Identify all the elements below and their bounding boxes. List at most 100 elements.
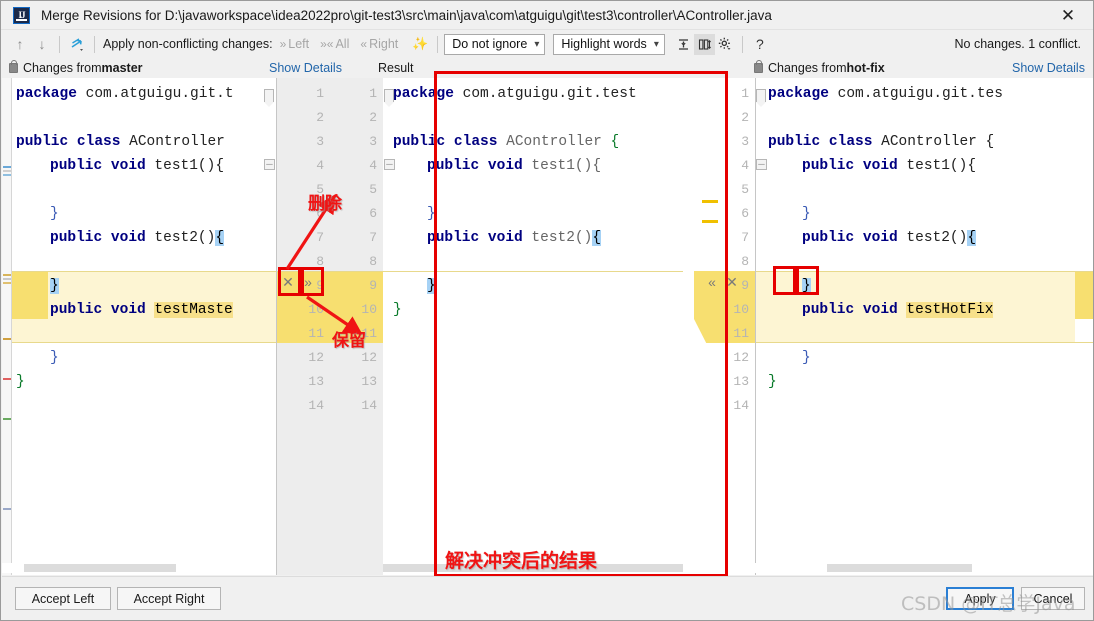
chevron-down-icon: ▾ xyxy=(653,38,659,50)
right-header-prefix: Changes from xyxy=(768,61,847,75)
result-editor-pane[interactable]: package com.atguigu.git.test public class… xyxy=(383,78,683,575)
left-header-prefix: Changes from xyxy=(23,61,102,75)
highlight-policy-select[interactable]: Highlight words ▾ xyxy=(553,33,665,55)
line-number: 2 xyxy=(741,110,749,125)
code-line: public void testMaste xyxy=(16,298,233,322)
cancel-button[interactable]: Cancel xyxy=(1021,587,1085,610)
code-line: } xyxy=(393,298,402,322)
code-token: public void xyxy=(802,158,907,174)
code-token: } xyxy=(802,350,811,366)
toolbar-separator-3 xyxy=(437,35,439,53)
apply-button[interactable]: Apply xyxy=(946,587,1014,610)
code-token: { xyxy=(967,230,977,246)
chevron-left-icon: « xyxy=(360,37,368,51)
collapse-unchanged-icon[interactable] xyxy=(673,34,694,55)
code-token: public void xyxy=(50,230,155,246)
accept-right-button[interactable]: Accept Right xyxy=(117,587,221,610)
accept-left-button[interactable]: Accept Left xyxy=(15,587,111,610)
code-line: public class AController { xyxy=(393,130,619,154)
code-token: AController { xyxy=(881,134,995,150)
left-editor-pane[interactable]: package com.atguigu.git.t public class AC… xyxy=(2,78,276,575)
toolbar: ↑ ↓ Apply non-conflicting changes: » Lef… xyxy=(1,30,1093,58)
code-token: testMaste xyxy=(154,302,233,318)
settings-gear-icon[interactable] xyxy=(715,34,736,55)
right-fold-tag[interactable] xyxy=(756,89,766,107)
code-token: test1(){ xyxy=(531,158,602,174)
line-number: 12 xyxy=(733,350,749,365)
chevron-down-icon: ▾ xyxy=(534,38,540,50)
collapse-glyph xyxy=(678,38,688,50)
code-token: public class xyxy=(16,134,130,150)
left-hscrollbar-thumb[interactable] xyxy=(24,564,176,572)
left-show-details-link[interactable]: Show Details xyxy=(269,61,342,75)
line-number: 13 xyxy=(308,374,324,389)
code-token: } xyxy=(427,278,436,294)
code-line: } xyxy=(16,202,59,226)
ignore-policy-value: Do not ignore xyxy=(452,37,528,51)
merge-status-text: No changes. 1 conflict. xyxy=(954,37,1081,51)
code-token: } xyxy=(802,278,811,294)
right-show-details[interactable]: Show Details xyxy=(1012,58,1085,78)
accept-left-change-button[interactable]: » xyxy=(298,272,318,292)
editor-layout-icon[interactable] xyxy=(693,33,715,55)
title-bar: IJ Merge Revisions for D:\javaworkspace\… xyxy=(1,1,1093,30)
center-header-label: Result xyxy=(378,61,414,75)
next-difference-icon[interactable]: ↓ xyxy=(31,33,53,55)
close-icon[interactable]: ✕ xyxy=(1053,4,1083,28)
columns-glyph xyxy=(698,38,711,50)
right-hscrollbar[interactable] xyxy=(755,563,1093,573)
reject-left-change-button[interactable]: ✕ xyxy=(278,272,298,292)
previous-difference-icon[interactable]: ↑ xyxy=(9,33,31,55)
code-token: com.atguigu.git.t xyxy=(85,86,234,102)
left-line-number-overlay: 1 2 3 4 5 6 7 8 9 10 11 12 13 14 xyxy=(277,78,330,575)
left-marker-strip[interactable] xyxy=(2,78,12,575)
line-number: 13 xyxy=(361,374,377,389)
lock-icon xyxy=(754,59,763,73)
right-show-details-link[interactable]: Show Details xyxy=(1012,61,1085,75)
code-token: com.atguigu.git.test xyxy=(462,86,637,102)
result-fold-tag[interactable] xyxy=(384,89,394,107)
apply-all-non-conflicting-icon[interactable] xyxy=(66,33,88,55)
line-number: 7 xyxy=(741,230,749,245)
code-token: test2() xyxy=(531,230,593,246)
magic-resolve-icon[interactable]: ✨ xyxy=(409,33,431,55)
help-icon[interactable]: ? xyxy=(749,33,771,55)
reject-right-change-button[interactable]: ✕ xyxy=(722,272,742,292)
apply-left-button[interactable]: » Left xyxy=(280,37,310,51)
left-fold-marker[interactable]: ─ xyxy=(264,159,275,170)
toolbar-separator-4 xyxy=(741,35,743,53)
code-line: } xyxy=(768,346,811,370)
line-number: 14 xyxy=(361,398,377,413)
code-token: test1(){ xyxy=(154,158,225,174)
result-code-content[interactable]: package com.atguigu.git.test public class… xyxy=(393,78,683,575)
right-hscrollbar-thumb[interactable] xyxy=(827,564,972,572)
code-token: public void xyxy=(427,230,532,246)
code-line: public void testHotFix xyxy=(768,298,994,322)
left-show-details[interactable]: Show Details xyxy=(269,58,342,78)
right-fold-marker[interactable]: ─ xyxy=(756,159,767,170)
left-code-content[interactable]: package com.atguigu.git.t public class AC… xyxy=(16,78,262,575)
code-token: { xyxy=(592,230,602,246)
accept-right-change-button[interactable]: « xyxy=(702,272,722,292)
apply-all-button[interactable]: »« All xyxy=(320,37,349,51)
code-line: public void test1(){ xyxy=(393,154,601,178)
code-token: } xyxy=(768,374,777,390)
window-title: Merge Revisions for D:\javaworkspace\ide… xyxy=(41,7,772,23)
apply-right-button[interactable]: « Right xyxy=(360,37,398,51)
code-line: public class AController xyxy=(16,130,225,154)
left-fold-tag[interactable] xyxy=(264,89,274,107)
left-hscrollbar[interactable] xyxy=(2,563,276,573)
ignore-policy-select[interactable]: Do not ignore ▾ xyxy=(444,33,546,55)
code-token: package xyxy=(16,86,86,102)
code-line: public void test2(){ xyxy=(768,226,977,250)
line-number: 3 xyxy=(741,134,749,149)
right-code-content[interactable]: package com.atguigu.git.tes public class … xyxy=(768,78,1093,575)
right-editor-pane[interactable]: package com.atguigu.git.tes public class … xyxy=(755,78,1093,575)
result-fold-marker[interactable]: ─ xyxy=(384,159,395,170)
code-token: test2() xyxy=(154,230,216,246)
line-number: 10 xyxy=(733,302,749,317)
apply-left-label: Left xyxy=(288,37,310,51)
line-number: 14 xyxy=(733,398,749,413)
line-number: 10 xyxy=(361,302,377,317)
code-token: } xyxy=(393,302,402,318)
